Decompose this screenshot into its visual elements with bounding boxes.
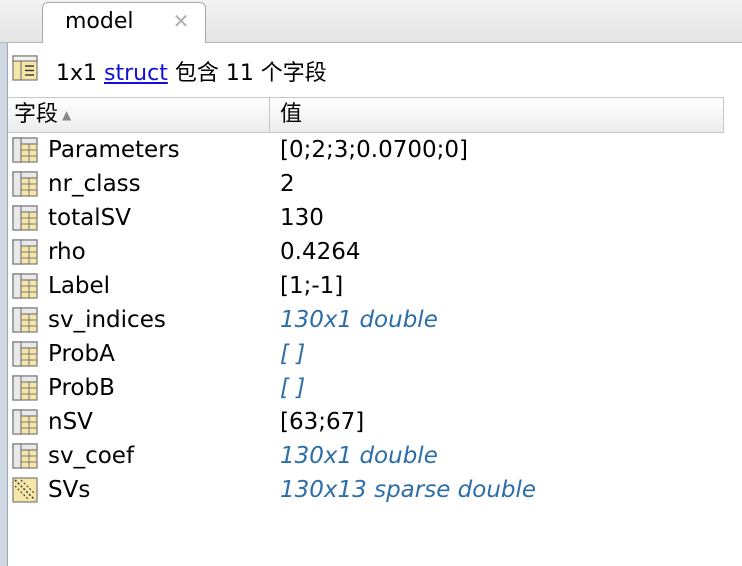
grid-icon: [12, 341, 38, 367]
field-name[interactable]: sv_indices: [48, 305, 166, 335]
table-row[interactable]: ProbB [ ]: [8, 371, 742, 405]
column-header-value[interactable]: 值: [280, 100, 302, 130]
field-value[interactable]: [0;2;3;0.0700;0]: [280, 135, 468, 165]
column-header-field[interactable]: 字段 ▲: [14, 100, 71, 130]
field-value[interactable]: [1;-1]: [280, 271, 343, 301]
column-divider[interactable]: [269, 98, 270, 132]
field-name[interactable]: rho: [48, 237, 86, 267]
field-value[interactable]: 130: [280, 203, 324, 233]
field-name[interactable]: nSV: [48, 407, 93, 437]
grid-icon: [12, 205, 38, 231]
column-header-field-label: 字段: [14, 102, 59, 127]
sort-ascending-icon: ▲: [62, 108, 72, 122]
field-value[interactable]: [ ]: [280, 339, 305, 369]
close-icon[interactable]: ✕: [171, 11, 191, 31]
table-row[interactable]: sv_coef 130x1 double: [8, 439, 742, 473]
table-row[interactable]: nSV [63;67]: [8, 405, 742, 439]
table-body: Parameters [0;2;3;0.0700;0] nr_class 2 total…: [8, 133, 742, 507]
summary-text: 1x1 struct 包含 11 个字段: [56, 55, 327, 87]
field-name[interactable]: Label: [48, 271, 110, 301]
field-name[interactable]: nr_class: [48, 169, 141, 199]
struct-icon: [12, 55, 38, 81]
field-value[interactable]: [ ]: [280, 373, 305, 403]
tab-label: model: [65, 9, 134, 34]
field-name[interactable]: ProbB: [48, 373, 115, 403]
grid-icon: [12, 375, 38, 401]
struct-doc-link[interactable]: struct: [104, 61, 168, 86]
grid-icon: [12, 443, 38, 469]
table-row[interactable]: ProbA [ ]: [8, 337, 742, 371]
struct-field-table: 字段 ▲ 值 Parameters [0;2;3;0.0700;0] nr_class…: [8, 97, 742, 566]
table-row[interactable]: Parameters [0;2;3;0.0700;0]: [8, 133, 742, 167]
left-window-edge: [0, 0, 8, 566]
field-value[interactable]: 130x13 sparse double: [280, 475, 536, 505]
grid-icon: [12, 307, 38, 333]
grid-icon: [12, 137, 38, 163]
table-row[interactable]: Label [1;-1]: [8, 269, 742, 303]
tab-strip: model ✕: [0, 0, 742, 43]
field-name[interactable]: ProbA: [48, 339, 115, 369]
table-row[interactable]: totalSV 130: [8, 201, 742, 235]
field-name[interactable]: totalSV: [48, 203, 131, 233]
field-value[interactable]: 0.4264: [280, 237, 360, 267]
field-value[interactable]: 130x1 double: [280, 305, 438, 335]
table-header: 字段 ▲ 值: [8, 97, 724, 133]
field-value[interactable]: 2: [280, 169, 295, 199]
table-row[interactable]: rho 0.4264: [8, 235, 742, 269]
table-row[interactable]: nr_class 2: [8, 167, 742, 201]
field-name[interactable]: sv_coef: [48, 441, 134, 471]
summary-field-count: 包含 11 个字段: [174, 61, 327, 86]
column-header-value-label: 值: [280, 102, 303, 127]
grid-icon: [12, 273, 38, 299]
column-divider-end[interactable]: [723, 98, 724, 132]
variable-summary-bar: 1x1 struct 包含 11 个字段: [8, 43, 742, 95]
grid-icon: [12, 171, 38, 197]
table-row[interactable]: sv_indices 130x1 double: [8, 303, 742, 337]
grid-icon: [12, 239, 38, 265]
table-row[interactable]: SVs 130x13 sparse double: [8, 473, 742, 507]
grid-icon: [12, 409, 38, 435]
field-name[interactable]: SVs: [48, 475, 90, 505]
summary-size: 1x1: [56, 61, 98, 86]
field-value[interactable]: [63;67]: [280, 407, 364, 437]
tab-model[interactable]: model ✕: [42, 2, 206, 43]
sparse-icon: [12, 477, 38, 503]
field-value[interactable]: 130x1 double: [280, 441, 438, 471]
field-name[interactable]: Parameters: [48, 135, 180, 165]
